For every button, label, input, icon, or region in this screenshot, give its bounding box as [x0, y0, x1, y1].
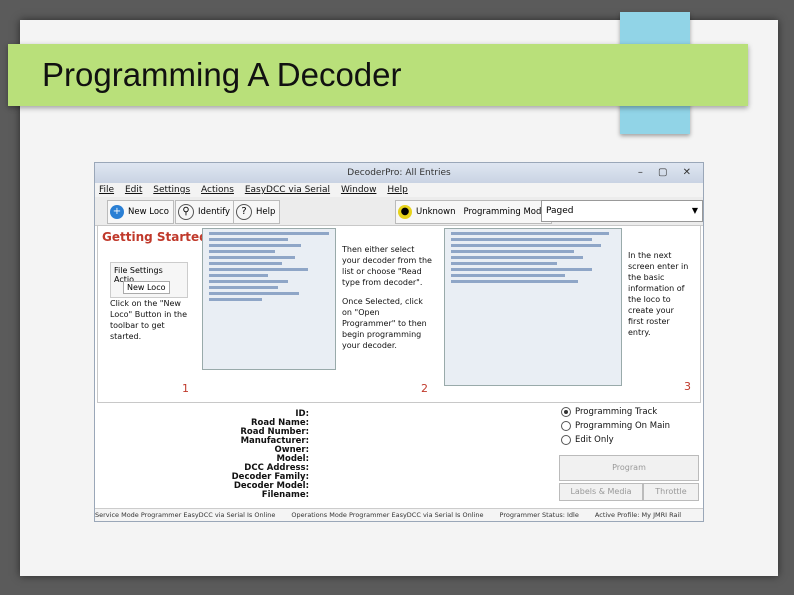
active-profile-status: Active Profile: My JMRI Rail	[594, 511, 682, 519]
toolbar: + New Loco ⚲ Identify ? Help ● Unknown P…	[95, 197, 703, 226]
status-bar: Service Mode Programmer EasyDCC via Seri…	[95, 508, 703, 521]
mini-new-loco-button: New Loco	[123, 281, 170, 294]
unknown-label: Unknown	[416, 207, 456, 217]
programming-on-main-label: Programming On Main	[575, 421, 671, 431]
step-number-2: 2	[421, 382, 428, 395]
radio-icon	[561, 421, 571, 431]
decoder-select-thumbnail	[202, 228, 336, 370]
window-title: DecoderPro: All Entries	[347, 168, 451, 178]
menu-bar: File Edit Settings Actions EasyDCC via S…	[95, 183, 703, 197]
programming-mode-label: Programming Mode	[463, 207, 547, 217]
menu-actions[interactable]: Actions	[201, 185, 234, 195]
step-number-3: 3	[684, 380, 691, 393]
identify-button[interactable]: ⚲ Identify	[175, 200, 236, 224]
decoderpro-window: DecoderPro: All Entries – ▢ ✕ File Edit …	[94, 162, 704, 522]
step-1-caption: Click on the "New Loco" Button in the to…	[110, 299, 188, 341]
chevron-down-icon: ▼	[691, 206, 698, 215]
help-label: Help	[256, 207, 276, 217]
menu-file[interactable]: File	[99, 185, 114, 195]
identify-label: Identify	[198, 207, 231, 217]
radio-icon	[561, 435, 571, 445]
menu-settings[interactable]: Settings	[153, 185, 190, 195]
menu-window[interactable]: Window	[341, 185, 377, 195]
edit-only-option[interactable]: Edit Only	[561, 435, 614, 445]
new-loco-label: New Loco	[128, 207, 169, 217]
getting-started-title: Getting Started	[102, 230, 208, 244]
step-3-caption: In the next screen enter in the basic in…	[628, 251, 689, 337]
step-2-caption: Then either select your decoder from the…	[342, 245, 432, 287]
programming-track-label: Programming Track	[575, 407, 658, 417]
programming-mode-select[interactable]: Paged ▼	[541, 200, 703, 222]
throttle-button[interactable]: Throttle	[643, 483, 699, 501]
filename-label: Filename:	[261, 490, 309, 500]
menu-easydcc[interactable]: EasyDCC via Serial	[245, 185, 330, 195]
ops-mode-status: Operations Mode Programmer EasyDCC via S…	[291, 511, 484, 519]
program-button[interactable]: Program	[559, 455, 699, 481]
window-controls[interactable]: – ▢ ✕	[638, 163, 697, 183]
menu-help[interactable]: Help	[387, 185, 408, 195]
help-button[interactable]: ? Help	[233, 200, 281, 224]
mini-toolbar-screenshot: File Settings Actio New Loco	[110, 262, 188, 298]
unknown-status: ● Unknown Programming Mode	[395, 200, 552, 224]
power-status-icon: ●	[398, 205, 412, 219]
labels-media-button[interactable]: Labels & Media	[559, 483, 643, 501]
radio-selected-icon	[561, 407, 571, 417]
step-2b-caption: Once Selected, click on "Open Programmer…	[342, 297, 427, 350]
new-loco-icon: +	[110, 205, 124, 219]
service-mode-status: Service Mode Programmer EasyDCC via Seri…	[95, 511, 276, 519]
help-icon: ?	[236, 204, 252, 220]
getting-started-panel: Getting Started File Settings Actio New …	[97, 225, 701, 403]
programming-mode-value: Paged	[546, 206, 574, 216]
slide-title: Programming A Decoder	[42, 56, 402, 93]
magnifier-icon: ⚲	[178, 204, 194, 220]
title-band: Programming A Decoder	[8, 44, 748, 106]
edit-only-label: Edit Only	[575, 435, 614, 445]
step-number-1: 1	[182, 382, 189, 395]
programming-track-option[interactable]: Programming Track	[561, 407, 657, 417]
programmer-status: Programmer Status: Idle	[499, 511, 579, 519]
new-loco-button[interactable]: + New Loco	[107, 200, 174, 224]
roster-detail-panel: ID: Road Name: Road Number: Manufacturer…	[95, 403, 703, 507]
window-titlebar: DecoderPro: All Entries – ▢ ✕	[95, 163, 703, 183]
roster-entry-thumbnail	[444, 228, 622, 386]
programming-on-main-option[interactable]: Programming On Main	[561, 421, 670, 431]
menu-edit[interactable]: Edit	[125, 185, 142, 195]
